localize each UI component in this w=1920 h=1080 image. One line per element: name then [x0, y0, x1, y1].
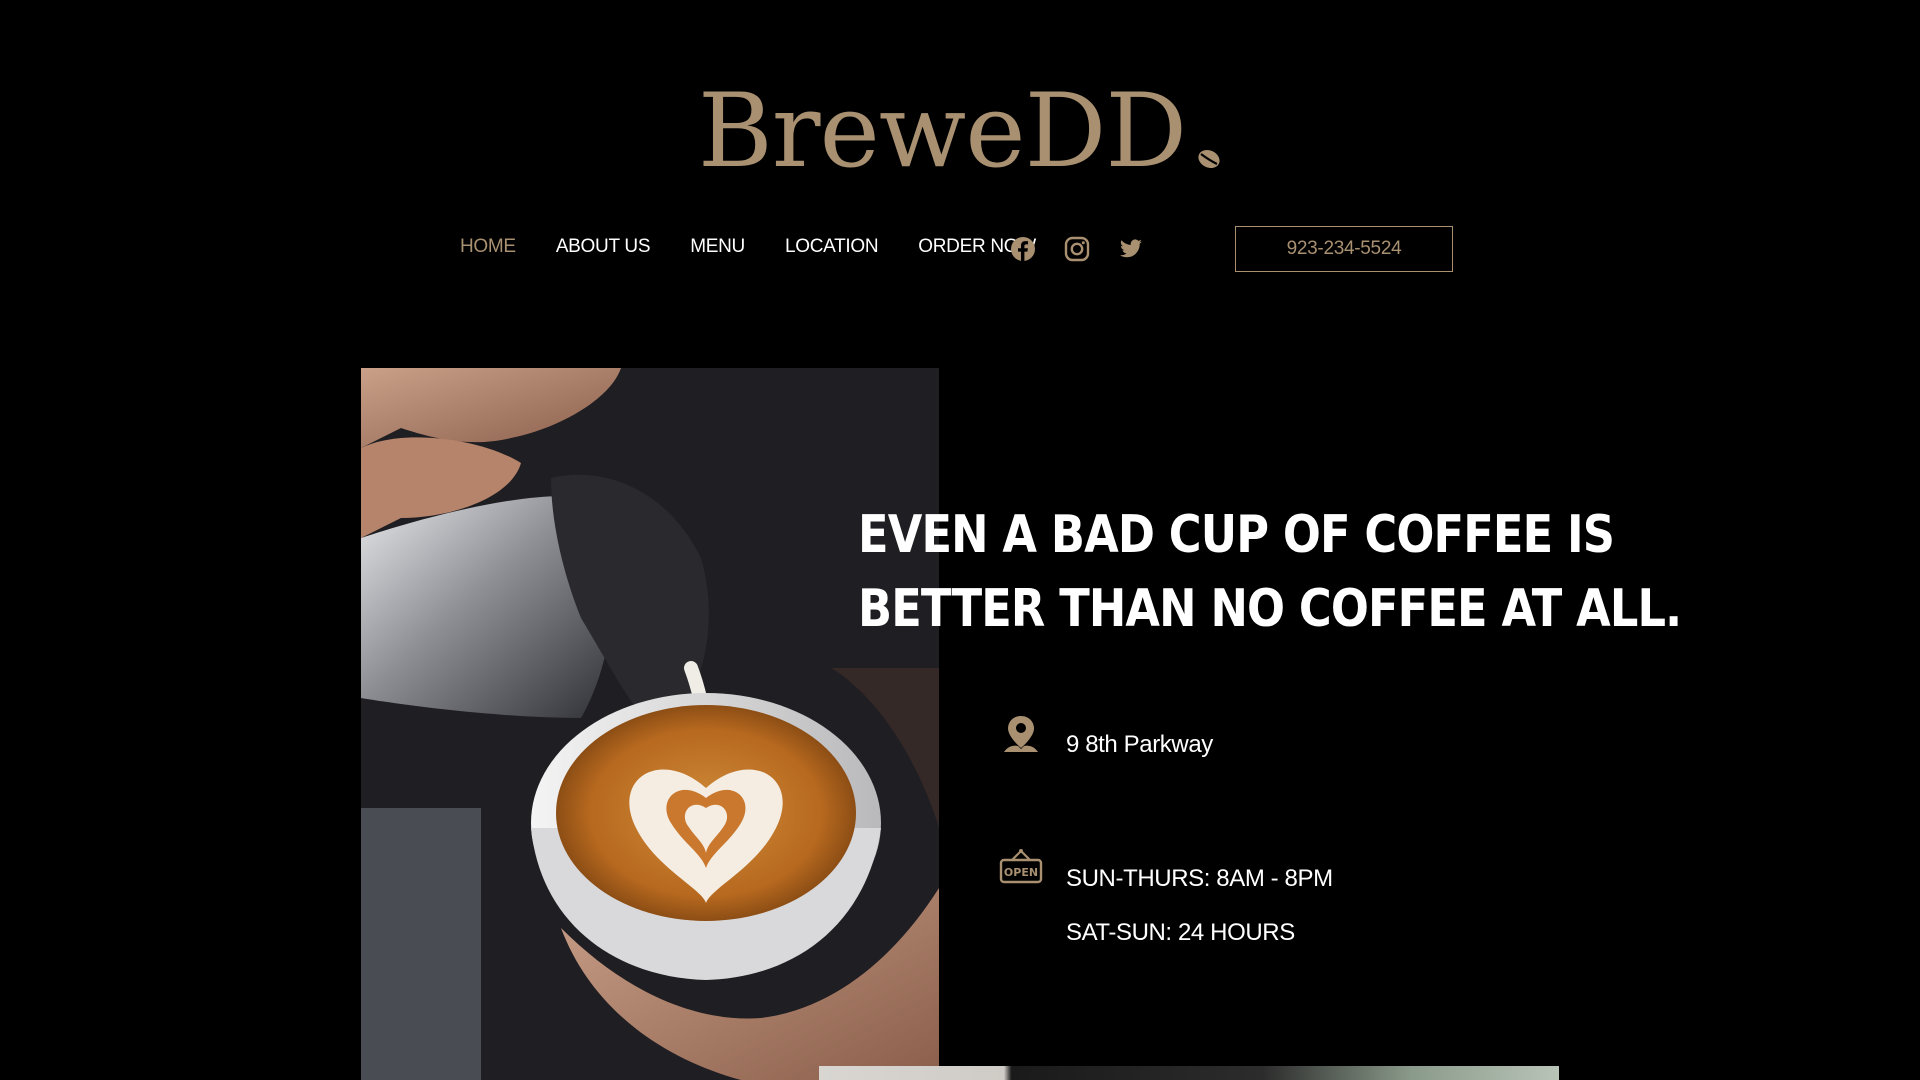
nav-menu[interactable]: MENU	[690, 236, 745, 258]
location-pin-icon	[1004, 716, 1038, 752]
nav-location[interactable]: LOCATION	[785, 236, 879, 258]
headline-line-2: BETTER THAN NO COFFEE AT ALL.	[858, 579, 1682, 639]
nav-home[interactable]: HOME	[460, 236, 516, 258]
address-text: 9 8th Parkway	[1066, 718, 1213, 772]
logo-text: BreweDD	[697, 72, 1187, 191]
hours-text: SUN-THURS: 8AM - 8PM SAT-SUN: 24 HOURS	[1066, 852, 1333, 960]
hours-weekday: SUN-THURS: 8AM - 8PM	[1066, 865, 1333, 892]
hours-weekend: SAT-SUN: 24 HOURS	[1066, 919, 1295, 946]
hours-row: OPEN SUN-THURS: 8AM - 8PM SAT-SUN: 24 HO…	[998, 846, 1333, 960]
headline-line-1: EVEN A BAD CUP OF COFFEE IS	[858, 505, 1615, 565]
main-nav: HOME ABOUT US MENU LOCATION ORDER NOW	[460, 236, 1036, 258]
phone-button[interactable]: 923-234-5524	[1235, 226, 1453, 272]
svg-text:OPEN: OPEN	[1004, 866, 1038, 879]
hero-headline: EVEN A BAD CUP OF COFFEE IS BETTER THAN …	[858, 498, 1682, 646]
gallery-strip	[819, 1066, 1559, 1080]
nav-about-us[interactable]: ABOUT US	[556, 236, 651, 258]
latte-art-photo	[361, 368, 939, 1080]
open-sign-icon: OPEN	[999, 849, 1043, 884]
address-row: 9 8th Parkway	[998, 712, 1213, 772]
instagram-icon[interactable]	[1064, 236, 1090, 262]
social-links	[1010, 236, 1144, 262]
logo[interactable]: BreweDD	[0, 72, 1920, 192]
page: BreweDD HOME ABOUT US MENU LOCATION ORDE…	[0, 0, 1920, 1080]
coffee-bean-icon	[1198, 150, 1220, 168]
facebook-icon[interactable]	[1010, 236, 1036, 262]
address-line: 9 8th Parkway	[1066, 731, 1213, 758]
twitter-icon[interactable]	[1118, 236, 1144, 262]
